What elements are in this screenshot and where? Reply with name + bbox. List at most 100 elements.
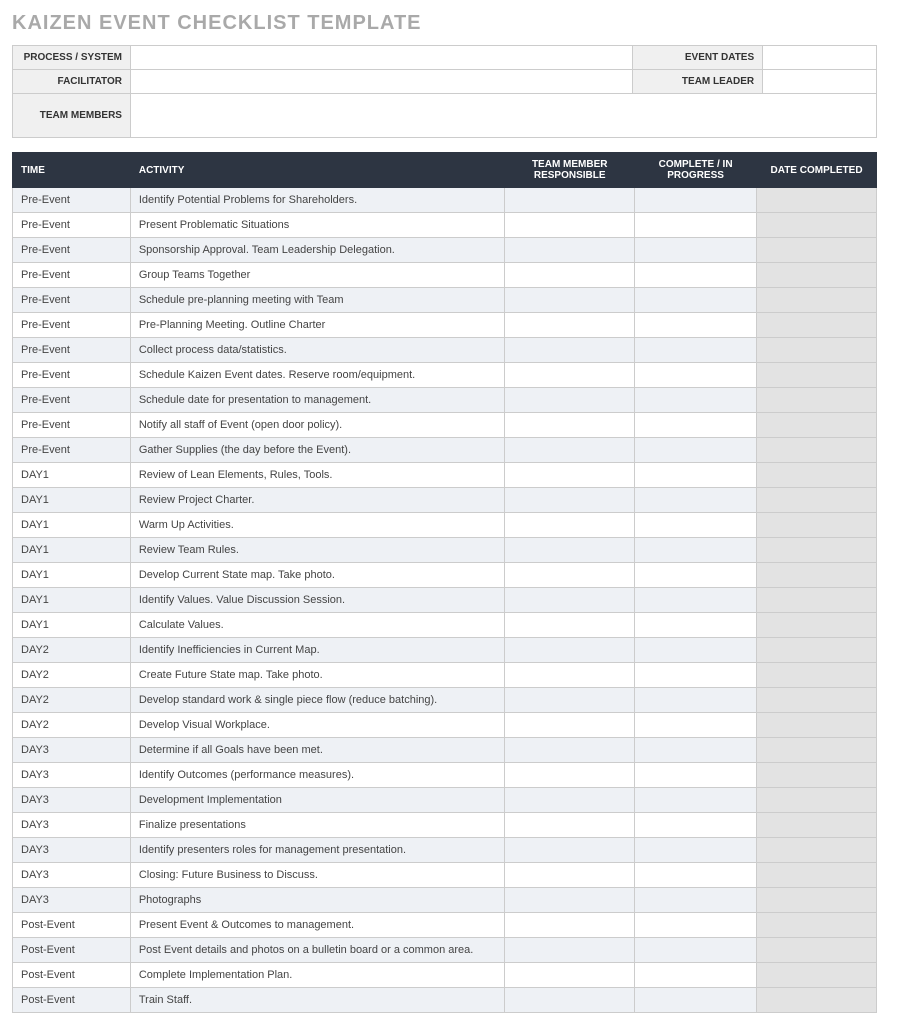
cell-team-member[interactable] — [505, 513, 635, 538]
cell-date-completed[interactable] — [757, 663, 877, 688]
cell-team-member[interactable] — [505, 438, 635, 463]
cell-team-member[interactable] — [505, 663, 635, 688]
cell-team-member[interactable] — [505, 313, 635, 338]
cell-complete[interactable] — [635, 588, 757, 613]
cell-team-member[interactable] — [505, 963, 635, 988]
cell-complete[interactable] — [635, 738, 757, 763]
cell-date-completed[interactable] — [757, 463, 877, 488]
cell-team-member[interactable] — [505, 688, 635, 713]
cell-team-member[interactable] — [505, 838, 635, 863]
cell-date-completed[interactable] — [757, 363, 877, 388]
cell-complete[interactable] — [635, 463, 757, 488]
cell-team-member[interactable] — [505, 238, 635, 263]
cell-complete[interactable] — [635, 713, 757, 738]
cell-date-completed[interactable] — [757, 838, 877, 863]
cell-date-completed[interactable] — [757, 188, 877, 213]
cell-team-member[interactable] — [505, 863, 635, 888]
cell-complete[interactable] — [635, 788, 757, 813]
cell-date-completed[interactable] — [757, 563, 877, 588]
cell-date-completed[interactable] — [757, 638, 877, 663]
cell-date-completed[interactable] — [757, 813, 877, 838]
input-team-members[interactable] — [130, 94, 876, 138]
cell-team-member[interactable] — [505, 713, 635, 738]
cell-date-completed[interactable] — [757, 763, 877, 788]
cell-date-completed[interactable] — [757, 788, 877, 813]
cell-team-member[interactable] — [505, 763, 635, 788]
cell-team-member[interactable] — [505, 338, 635, 363]
cell-date-completed[interactable] — [757, 713, 877, 738]
cell-date-completed[interactable] — [757, 588, 877, 613]
cell-date-completed[interactable] — [757, 613, 877, 638]
cell-complete[interactable] — [635, 763, 757, 788]
cell-date-completed[interactable] — [757, 263, 877, 288]
cell-team-member[interactable] — [505, 613, 635, 638]
cell-team-member[interactable] — [505, 888, 635, 913]
cell-complete[interactable] — [635, 813, 757, 838]
cell-date-completed[interactable] — [757, 688, 877, 713]
cell-team-member[interactable] — [505, 263, 635, 288]
cell-date-completed[interactable] — [757, 963, 877, 988]
cell-complete[interactable] — [635, 638, 757, 663]
cell-date-completed[interactable] — [757, 338, 877, 363]
cell-date-completed[interactable] — [757, 388, 877, 413]
cell-complete[interactable] — [635, 288, 757, 313]
cell-complete[interactable] — [635, 263, 757, 288]
cell-complete[interactable] — [635, 863, 757, 888]
cell-complete[interactable] — [635, 213, 757, 238]
cell-complete[interactable] — [635, 963, 757, 988]
cell-date-completed[interactable] — [757, 313, 877, 338]
cell-team-member[interactable] — [505, 588, 635, 613]
cell-team-member[interactable] — [505, 388, 635, 413]
cell-complete[interactable] — [635, 513, 757, 538]
cell-date-completed[interactable] — [757, 488, 877, 513]
cell-complete[interactable] — [635, 888, 757, 913]
cell-date-completed[interactable] — [757, 513, 877, 538]
cell-team-member[interactable] — [505, 813, 635, 838]
cell-complete[interactable] — [635, 563, 757, 588]
cell-date-completed[interactable] — [757, 438, 877, 463]
cell-complete[interactable] — [635, 188, 757, 213]
cell-complete[interactable] — [635, 338, 757, 363]
cell-date-completed[interactable] — [757, 213, 877, 238]
cell-team-member[interactable] — [505, 488, 635, 513]
input-facilitator[interactable] — [130, 70, 632, 94]
cell-date-completed[interactable] — [757, 413, 877, 438]
cell-team-member[interactable] — [505, 638, 635, 663]
cell-date-completed[interactable] — [757, 538, 877, 563]
cell-complete[interactable] — [635, 438, 757, 463]
cell-team-member[interactable] — [505, 363, 635, 388]
input-event-dates[interactable] — [763, 46, 877, 70]
cell-date-completed[interactable] — [757, 288, 877, 313]
cell-complete[interactable] — [635, 838, 757, 863]
cell-team-member[interactable] — [505, 788, 635, 813]
cell-complete[interactable] — [635, 488, 757, 513]
cell-team-member[interactable] — [505, 738, 635, 763]
cell-date-completed[interactable] — [757, 738, 877, 763]
cell-complete[interactable] — [635, 538, 757, 563]
cell-complete[interactable] — [635, 688, 757, 713]
cell-team-member[interactable] — [505, 938, 635, 963]
cell-team-member[interactable] — [505, 563, 635, 588]
cell-team-member[interactable] — [505, 913, 635, 938]
cell-complete[interactable] — [635, 363, 757, 388]
cell-date-completed[interactable] — [757, 863, 877, 888]
cell-date-completed[interactable] — [757, 913, 877, 938]
input-team-leader[interactable] — [763, 70, 877, 94]
cell-complete[interactable] — [635, 388, 757, 413]
cell-complete[interactable] — [635, 938, 757, 963]
cell-date-completed[interactable] — [757, 238, 877, 263]
cell-complete[interactable] — [635, 238, 757, 263]
cell-complete[interactable] — [635, 988, 757, 1013]
cell-team-member[interactable] — [505, 288, 635, 313]
cell-complete[interactable] — [635, 913, 757, 938]
input-process-system[interactable] — [130, 46, 632, 70]
cell-team-member[interactable] — [505, 988, 635, 1013]
cell-complete[interactable] — [635, 313, 757, 338]
cell-team-member[interactable] — [505, 213, 635, 238]
cell-date-completed[interactable] — [757, 888, 877, 913]
cell-complete[interactable] — [635, 663, 757, 688]
cell-date-completed[interactable] — [757, 938, 877, 963]
cell-complete[interactable] — [635, 413, 757, 438]
cell-team-member[interactable] — [505, 188, 635, 213]
cell-complete[interactable] — [635, 613, 757, 638]
